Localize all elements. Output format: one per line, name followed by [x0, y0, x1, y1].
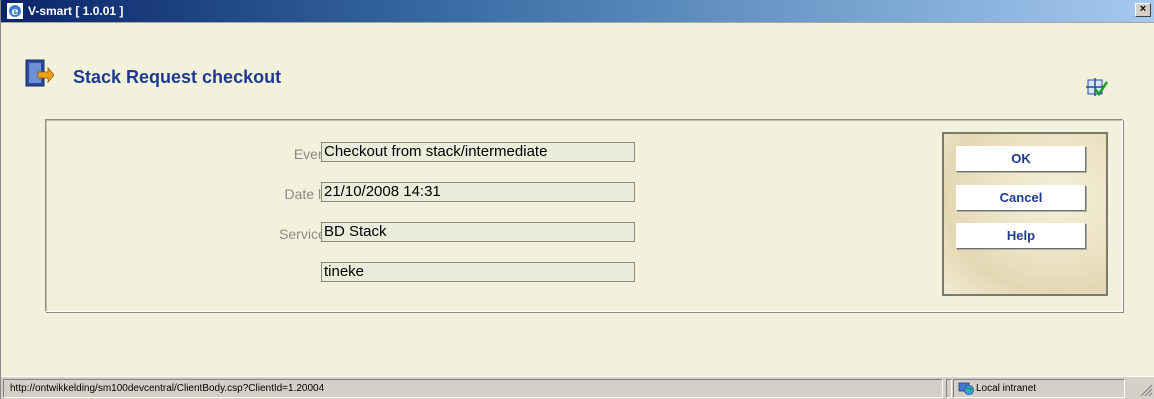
user-field: tineke: [321, 262, 635, 282]
checkout-door-icon: [24, 58, 55, 88]
title-bar[interactable]: e V-smart [ 1.0.01 ] ×: [1, 0, 1154, 22]
cancel-button[interactable]: Cancel: [956, 185, 1086, 211]
event-type-field: Checkout from stack/intermediate: [321, 142, 635, 162]
button-box: OK Cancel Help: [942, 132, 1108, 296]
service-point-field: BD Stack: [321, 222, 635, 242]
help-checklist-icon[interactable]: [1086, 76, 1109, 98]
security-zone[interactable]: Local intranet: [953, 379, 1125, 398]
date-logged-field: 21/10/2008 14:31: [321, 182, 635, 202]
status-progress-pane: [946, 379, 952, 398]
status-url: http://ontwikkelding/sm100devcentral/Cli…: [3, 379, 943, 398]
security-zone-label: Local intranet: [976, 383, 1037, 394]
resize-grip-icon[interactable]: [1139, 383, 1153, 397]
help-button[interactable]: Help: [956, 223, 1086, 249]
window-title: V-smart [ 1.0.01 ]: [28, 4, 124, 18]
ie-icon: e: [7, 3, 23, 19]
status-bar: http://ontwikkelding/sm100devcentral/Cli…: [1, 376, 1154, 399]
intranet-globe-icon: [958, 381, 974, 396]
app-window: e V-smart [ 1.0.01 ] × Stack Request che…: [0, 0, 1154, 399]
close-button[interactable]: ×: [1135, 3, 1151, 17]
svg-text:e: e: [12, 5, 19, 18]
page-title: Stack Request checkout: [73, 67, 282, 87]
ok-button[interactable]: OK: [956, 146, 1086, 172]
